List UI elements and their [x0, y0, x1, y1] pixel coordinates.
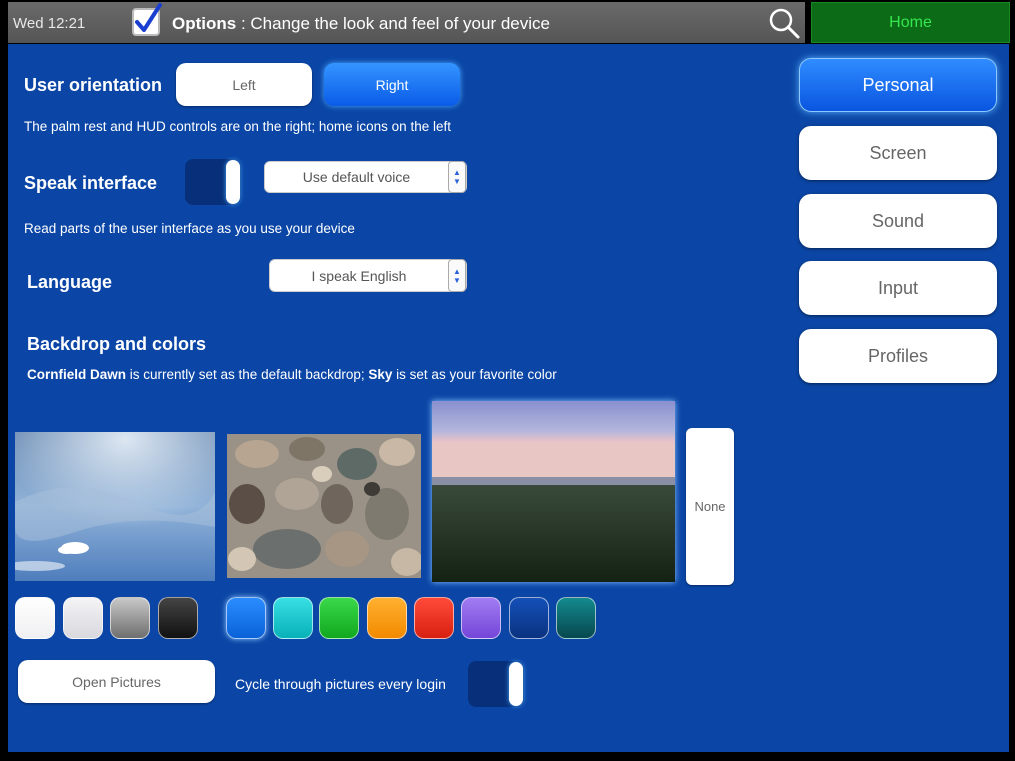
swatch-purple[interactable] [461, 597, 501, 639]
swatch-green[interactable] [319, 597, 359, 639]
toggle-knob [509, 662, 523, 706]
title-rest: : Change the look and feel of your devic… [236, 14, 550, 33]
nav-sound[interactable]: Sound [799, 194, 997, 248]
toggle-knob [226, 160, 240, 204]
home-button[interactable]: Home [811, 2, 1010, 43]
voice-select-value: Use default voice [302, 169, 411, 185]
speak-description: Read parts of the user interface as you … [24, 221, 355, 236]
page-title: Options : Change the look and feel of yo… [172, 14, 550, 34]
orientation-label: User orientation [24, 75, 163, 95]
orientation-description: The palm rest and HUD controls are on th… [24, 119, 451, 134]
cycle-toggle[interactable] [468, 661, 524, 707]
language-select[interactable]: I speak English ▲ ▼ [269, 259, 467, 292]
backdrop-picture-cornfield-dawn[interactable] [432, 401, 675, 582]
swatch-teal[interactable] [556, 597, 596, 639]
top-bar: Wed 12:21 Options : Change the look and … [8, 2, 805, 43]
orientation-right-button[interactable]: Right [324, 63, 460, 106]
swatch-cyan[interactable] [273, 597, 313, 639]
nav-screen[interactable]: Screen [799, 126, 997, 180]
voice-select[interactable]: Use default voice ▲ ▼ [264, 161, 467, 193]
backdrop-picture-sky[interactable] [15, 432, 215, 581]
swatch-navy[interactable] [509, 597, 549, 639]
orientation-left-button[interactable]: Left [176, 63, 312, 106]
open-pictures-button[interactable]: Open Pictures [18, 660, 215, 703]
swatch-orange[interactable] [367, 597, 407, 639]
swatch-gray[interactable] [110, 597, 150, 639]
cycle-label: Cycle through pictures every login [235, 676, 446, 692]
nav-personal[interactable]: Personal [799, 58, 997, 112]
swatch-black[interactable] [158, 597, 198, 639]
swatch-sky[interactable] [226, 597, 266, 639]
nav-input[interactable]: Input [799, 261, 997, 315]
checkbox-icon[interactable] [132, 3, 162, 36]
language-label: Language [27, 272, 113, 292]
title-bold: Options [172, 14, 237, 33]
search-icon[interactable] [767, 6, 801, 40]
backdrop-name: Cornfield Dawn [27, 367, 127, 382]
swatch-white[interactable] [15, 597, 55, 639]
backdrop-desc-mid: is currently set as the default backdrop… [126, 367, 369, 382]
updown-arrows-icon: ▲ ▼ [448, 259, 466, 292]
backdrop-description: Cornfield Dawn is currently set as the d… [27, 367, 557, 382]
speak-toggle[interactable] [185, 159, 241, 205]
favorite-color-name: Sky [368, 367, 393, 382]
speak-label: Speak interface [24, 173, 158, 193]
backdrop-label: Backdrop and colors [27, 334, 207, 354]
nav-profiles[interactable]: Profiles [799, 329, 997, 383]
swatch-red[interactable] [414, 597, 454, 639]
backdrop-none-button[interactable]: None [686, 428, 734, 585]
options-panel: User orientation Left Right The palm res… [8, 44, 1009, 752]
clock: Wed 12:21 [13, 15, 86, 32]
backdrop-picture-pebbles[interactable] [227, 434, 421, 578]
updown-arrows-icon: ▲ ▼ [448, 161, 466, 193]
language-select-value: I speak English [311, 267, 407, 284]
backdrop-desc-end: is set as your favorite color [392, 367, 557, 382]
swatch-light-gray[interactable] [63, 597, 103, 639]
